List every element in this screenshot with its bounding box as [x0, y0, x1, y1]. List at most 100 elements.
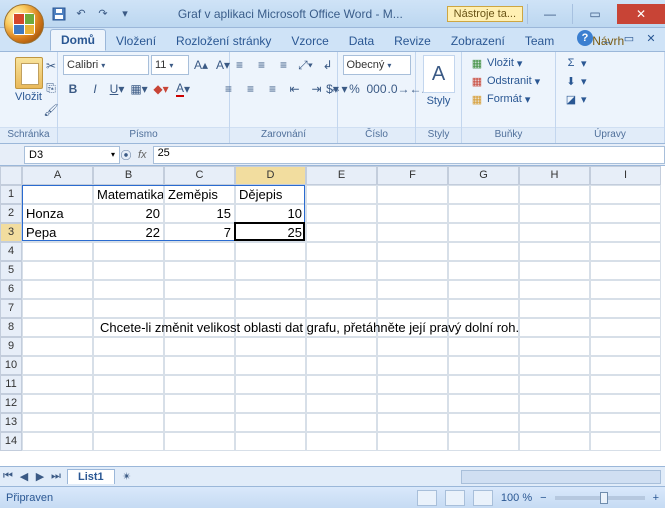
cell[interactable]: 20	[93, 204, 164, 223]
cell[interactable]	[93, 280, 164, 299]
column-header[interactable]: A	[22, 166, 93, 185]
percent-icon[interactable]: %	[345, 79, 365, 99]
cell[interactable]	[377, 223, 448, 242]
cell[interactable]: Dějepis	[235, 185, 306, 204]
cell[interactable]	[448, 413, 519, 432]
cell[interactable]	[377, 299, 448, 318]
column-header[interactable]: C	[164, 166, 235, 185]
close-child-icon[interactable]: ✕	[643, 30, 659, 46]
cell[interactable]	[164, 242, 235, 261]
new-sheet-icon[interactable]: ✴	[119, 469, 135, 485]
cell[interactable]: Zeměpis	[164, 185, 235, 204]
comma-icon[interactable]: 000	[367, 79, 387, 99]
cell[interactable]	[22, 280, 93, 299]
cell[interactable]	[590, 356, 661, 375]
cell[interactable]	[235, 299, 306, 318]
increase-decimal-icon[interactable]: .0→	[389, 79, 409, 99]
orientation-icon[interactable]: ⤢▾	[296, 55, 316, 75]
format-painter-icon[interactable]: 🖌	[41, 100, 61, 120]
cell[interactable]	[590, 280, 661, 299]
horizontal-scrollbar[interactable]	[461, 470, 661, 484]
select-all-corner[interactable]	[0, 166, 22, 185]
row-header[interactable]: 14	[0, 432, 22, 451]
cell[interactable]	[93, 337, 164, 356]
cell[interactable]	[519, 375, 590, 394]
cell[interactable]	[235, 413, 306, 432]
cell[interactable]	[448, 337, 519, 356]
row-header[interactable]: 1	[0, 185, 22, 204]
cell[interactable]	[164, 261, 235, 280]
cell[interactable]	[590, 318, 661, 337]
cell[interactable]	[306, 261, 377, 280]
copy-icon[interactable]: ⎘	[41, 78, 61, 98]
cell[interactable]	[590, 413, 661, 432]
cell[interactable]	[519, 356, 590, 375]
cell[interactable]	[22, 299, 93, 318]
row-header[interactable]: 2	[0, 204, 22, 223]
cell[interactable]	[377, 375, 448, 394]
close-button[interactable]: ✕	[617, 4, 665, 24]
cell[interactable]	[448, 356, 519, 375]
row-header[interactable]: 6	[0, 280, 22, 299]
insert-cells-button[interactable]: ▦Vložit ▾	[467, 55, 525, 71]
cell[interactable]	[519, 261, 590, 280]
cell[interactable]	[519, 394, 590, 413]
tab-data[interactable]: Data	[339, 31, 384, 51]
cell[interactable]	[93, 299, 164, 318]
row-header[interactable]: 9	[0, 337, 22, 356]
undo-icon[interactable]: ↶	[72, 5, 90, 23]
currency-icon[interactable]: $▾	[323, 79, 343, 99]
cell[interactable]	[377, 280, 448, 299]
wrap-text-icon[interactable]: ↲	[318, 55, 338, 75]
align-bottom-icon[interactable]: ≡	[274, 55, 294, 75]
maximize-button[interactable]: ▭	[572, 4, 617, 24]
cell[interactable]	[519, 432, 590, 451]
cell[interactable]	[519, 242, 590, 261]
cell[interactable]	[22, 356, 93, 375]
cell[interactable]	[590, 299, 661, 318]
cell[interactable]	[164, 413, 235, 432]
zoom-out-icon[interactable]: −	[540, 492, 546, 504]
cell[interactable]	[235, 394, 306, 413]
cell[interactable]	[377, 185, 448, 204]
cell[interactable]	[519, 280, 590, 299]
font-size-combo[interactable]: 11▾	[151, 55, 189, 75]
column-header[interactable]: E	[306, 166, 377, 185]
align-top-icon[interactable]: ≡	[230, 55, 250, 75]
cell[interactable]	[519, 299, 590, 318]
cell[interactable]	[590, 432, 661, 451]
column-header[interactable]: H	[519, 166, 590, 185]
minimize-button[interactable]: —	[527, 4, 572, 24]
cell[interactable]	[590, 375, 661, 394]
delete-cells-button[interactable]: ▦Odstranit ▾	[467, 73, 543, 89]
cell[interactable]	[22, 432, 93, 451]
cell[interactable]: Matematika	[93, 185, 164, 204]
cell[interactable]	[306, 223, 377, 242]
fill-button[interactable]: ⬇▾	[561, 73, 590, 89]
cell[interactable]: 15	[164, 204, 235, 223]
cell[interactable]	[164, 280, 235, 299]
cell[interactable]	[306, 185, 377, 204]
cell[interactable]	[377, 356, 448, 375]
column-header[interactable]: I	[590, 166, 661, 185]
row-header[interactable]: 10	[0, 356, 22, 375]
cell[interactable]	[590, 204, 661, 223]
italic-icon[interactable]: I	[85, 79, 105, 99]
cell[interactable]: Honza	[22, 204, 93, 223]
cell[interactable]	[93, 356, 164, 375]
cell[interactable]	[448, 261, 519, 280]
row-header[interactable]: 13	[0, 413, 22, 432]
cell[interactable]	[306, 299, 377, 318]
column-header[interactable]: B	[93, 166, 164, 185]
cell[interactable]	[377, 242, 448, 261]
cell[interactable]	[22, 337, 93, 356]
cell[interactable]	[377, 204, 448, 223]
cell[interactable]	[93, 432, 164, 451]
cell[interactable]	[235, 337, 306, 356]
cell[interactable]	[448, 185, 519, 204]
cell[interactable]	[590, 223, 661, 242]
cell[interactable]: 7	[164, 223, 235, 242]
cell[interactable]	[590, 242, 661, 261]
cell[interactable]	[306, 375, 377, 394]
sheet-tab[interactable]: List1	[67, 469, 115, 484]
